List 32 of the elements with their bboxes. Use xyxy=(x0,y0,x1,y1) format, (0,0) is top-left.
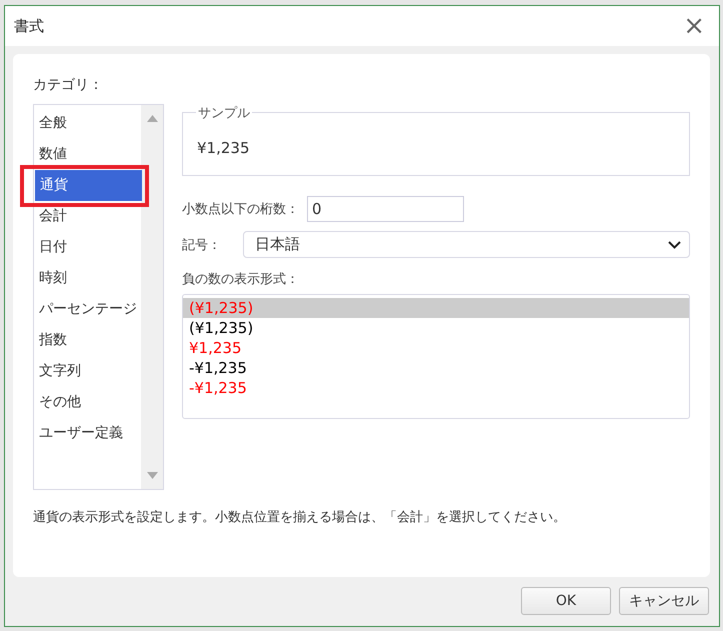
negative-format-label: 負の数の表示形式： xyxy=(182,271,300,288)
category-item[interactable]: 数値 xyxy=(34,139,141,170)
scrollbar[interactable] xyxy=(141,105,163,489)
scroll-up-icon[interactable] xyxy=(146,115,158,122)
window-title: 書式 xyxy=(14,16,44,36)
negative-format-item[interactable]: (¥1,235) xyxy=(183,318,689,338)
category-item[interactable]: パーセンテージ xyxy=(34,294,141,325)
category-item[interactable]: 会計 xyxy=(34,201,141,232)
category-item[interactable]: その他 xyxy=(34,387,141,418)
negative-format-item[interactable]: -¥1,235 xyxy=(183,358,689,378)
chevron-down-icon xyxy=(668,240,681,248)
negative-format-item[interactable]: -¥1,235 xyxy=(183,378,689,398)
decimal-places-field[interactable]: 0 xyxy=(307,196,464,222)
category-item[interactable]: 通貨 xyxy=(35,170,142,201)
category-item[interactable]: 全般 xyxy=(34,108,141,139)
category-item[interactable]: 指数 xyxy=(34,325,141,356)
symbol-label: 記号： xyxy=(182,236,221,254)
category-item[interactable]: 日付 xyxy=(34,232,141,263)
category-item[interactable]: 文字列 xyxy=(34,356,141,387)
close-button[interactable]: × xyxy=(679,13,709,39)
dialog-button[interactable]: OK xyxy=(521,587,611,615)
symbol-dropdown[interactable]: 日本語 xyxy=(243,231,690,258)
negative-format-item[interactable]: ¥1,235 xyxy=(183,338,689,358)
decimal-places-label: 小数点以下の桁数： xyxy=(182,201,299,218)
category-item[interactable]: ユーザー定義 xyxy=(34,418,141,449)
dialog-button[interactable]: キャンセル xyxy=(619,587,709,615)
scroll-down-icon[interactable] xyxy=(146,472,158,479)
description-text: 通貨の表示形式を設定します。小数点位置を揃える場合は、「会計」を選択してください。 xyxy=(33,509,566,526)
category-item[interactable]: 時刻 xyxy=(34,263,141,294)
sample-value: ¥1,235 xyxy=(197,139,250,157)
category-label: カテゴリ： xyxy=(33,76,103,94)
sample-legend: サンプル xyxy=(196,104,252,122)
